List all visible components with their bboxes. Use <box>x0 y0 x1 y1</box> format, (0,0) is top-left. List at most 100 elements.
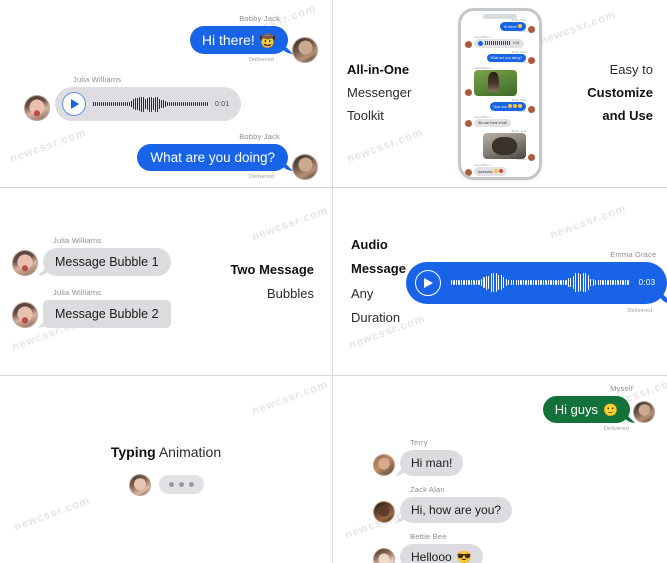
photo-attachment[interactable] <box>483 132 526 159</box>
message-bubble-square[interactable]: Message Bubble 2 <box>43 299 171 328</box>
sender-label: Julia Williams <box>73 75 122 84</box>
headline-line-2: Messenger <box>347 85 412 101</box>
sender-label: Zack Alan <box>410 485 445 494</box>
avatar[interactable] <box>292 37 318 63</box>
waveform <box>485 41 511 45</box>
avatar[interactable] <box>373 454 395 476</box>
mini-duration: 0:01 <box>513 41 520 45</box>
phone-chat-list: Bobby Jack Hi there! Delivered Julia Wil… <box>465 19 535 176</box>
sender-label: Myself <box>610 384 633 393</box>
mini-bubble[interactable]: We can have a ball <box>474 118 511 127</box>
mini-avatar[interactable] <box>465 119 472 127</box>
panel-blue-conversation: newcssr.com newcssr.com Bobby Jack Hi th… <box>0 0 333 188</box>
bubble-examples: Julia Williams Message Bubble 1 Julia Wi… <box>12 236 202 328</box>
panel-audio-message: newcssr.com newcssr.com Audio Message An… <box>333 188 667 376</box>
mini-message-row: Julia Williams Awesome <box>465 164 535 176</box>
mini-message-row: Julia Williams <box>465 67 535 96</box>
caption: Audio Message Any Duration <box>343 233 406 329</box>
caption: Typing Animation <box>111 444 221 460</box>
mini-avatar[interactable] <box>465 40 472 48</box>
message-bubble-blue[interactable]: Hi there! 🤠 <box>189 26 288 54</box>
headline-line-1: Easy to <box>609 62 653 78</box>
emoji-icon <box>518 23 522 28</box>
audio-duration: 0:03 <box>638 278 656 287</box>
mini-bubble[interactable]: Awesome <box>474 166 507 176</box>
phone-notch <box>483 13 517 19</box>
watermark: newcssr.com <box>250 204 330 244</box>
watermark: newcssr.com <box>250 378 330 418</box>
audio-message-bubble[interactable]: 0:03 <box>405 261 667 304</box>
message-row-audio: Julia Williams 0:01 <box>24 75 318 121</box>
play-button[interactable] <box>62 92 86 116</box>
message-row-incoming: Bettie Bee Hellooo 😎 <box>373 532 655 563</box>
emoji-icon <box>498 168 503 173</box>
caption: Two Message Bubbles <box>202 258 320 305</box>
panel-group-conversation: newcssr.com newcssr.com Myself Hi guys 🙂… <box>333 376 667 563</box>
delivery-status: Delivered <box>248 174 274 180</box>
mini-message-row: Bobby Jack Nice one Delivered <box>465 99 535 113</box>
message-row-audio: 0:03 <box>405 261 667 304</box>
mini-text: We can have a ball <box>478 120 507 125</box>
sender-label: Terry <box>410 438 428 447</box>
message-bubble-grey[interactable]: Hi, how are you? <box>400 497 513 523</box>
sender-label: Bettie Bee <box>410 532 447 541</box>
message-bubble-blue[interactable]: What are you doing? <box>137 144 288 171</box>
avatar[interactable] <box>24 95 50 121</box>
watermark: newcssr.com <box>548 202 628 242</box>
play-button[interactable] <box>414 269 441 296</box>
mini-status: Delivered <box>516 30 526 33</box>
incoming-messages: Terry Hi man! Zack Alan Hi, how are you? <box>373 438 655 563</box>
mini-avatar[interactable] <box>528 56 535 64</box>
waveform <box>93 96 208 112</box>
panel-two-message-bubbles: newcssr.com newcssr.com Julia Williams M… <box>0 188 333 376</box>
emoji-icon <box>493 168 498 173</box>
avatar[interactable] <box>373 548 395 563</box>
avatar[interactable] <box>12 301 38 328</box>
mini-bubble[interactable]: What are you doing? <box>486 53 526 62</box>
avatar[interactable] <box>633 401 655 423</box>
mini-avatar[interactable] <box>528 153 535 161</box>
message-row-outgoing: Bobby Jack Hi there! 🤠 Delivered <box>14 14 318 63</box>
mini-bubble[interactable]: Nice one <box>489 101 526 111</box>
headline-line-3: and Use <box>602 107 653 123</box>
avatar[interactable] <box>128 473 151 496</box>
play-icon <box>478 40 483 46</box>
sender-label: Bobby Jack <box>239 132 280 141</box>
message-bubble-green[interactable]: Hi guys 🙂 <box>542 396 630 423</box>
typing-indicator-row <box>128 473 204 496</box>
message-bubble-rounded[interactable]: Message Bubble 1 <box>43 247 171 276</box>
mini-status: Delivered <box>516 110 526 113</box>
watermark: newcssr.com <box>12 494 92 534</box>
mini-status: Delivered <box>516 61 526 64</box>
avatar[interactable] <box>12 249 38 276</box>
headline-line-1: All-in-One <box>347 62 410 78</box>
mini-avatar[interactable] <box>528 25 535 33</box>
sender-label: Bobby Jack <box>239 14 280 23</box>
audio-duration: 0:01 <box>215 100 230 108</box>
message-text: Hi man! <box>411 456 453 470</box>
typing-dot-icon <box>178 482 184 487</box>
avatar[interactable] <box>373 501 395 523</box>
message-bubble-grey[interactable]: Hi man! <box>400 450 464 476</box>
typing-dot-icon <box>188 482 194 487</box>
mini-bubble[interactable]: Hi there! <box>500 21 526 31</box>
phone-mockup: Bobby Jack Hi there! Delivered Julia Wil… <box>458 7 542 180</box>
typing-indicator-bubble <box>158 475 204 494</box>
message-bubble-grey[interactable]: Hellooo 😎 <box>400 544 483 563</box>
headline-right: Easy to Customize and Use <box>561 59 653 127</box>
avatar[interactable] <box>292 154 318 180</box>
caption-bold: Typing <box>110 443 156 460</box>
audio-message-bubble[interactable]: 0:01 <box>55 87 242 121</box>
mini-message-row: Julia Williams 0:01 <box>465 36 535 48</box>
message-row-incoming: Zack Alan Hi, how are you? <box>373 485 655 523</box>
panel-phone-showcase: newcssr.com newcssr.com All-in-One Messe… <box>333 0 667 188</box>
cowboy-face-icon: 🤠 <box>259 32 276 48</box>
mini-avatar[interactable] <box>528 105 535 113</box>
mini-avatar[interactable] <box>465 168 472 176</box>
mini-audio-bubble[interactable]: 0:01 <box>474 38 524 48</box>
caption-normal: Animation <box>158 443 222 460</box>
mini-avatar[interactable] <box>465 88 472 96</box>
slightly-smiling-face-icon: 🙂 <box>603 402 618 417</box>
mini-message-row: Bobby Jack What are you doing? Delivered <box>465 51 535 64</box>
photo-attachment[interactable] <box>474 69 517 96</box>
